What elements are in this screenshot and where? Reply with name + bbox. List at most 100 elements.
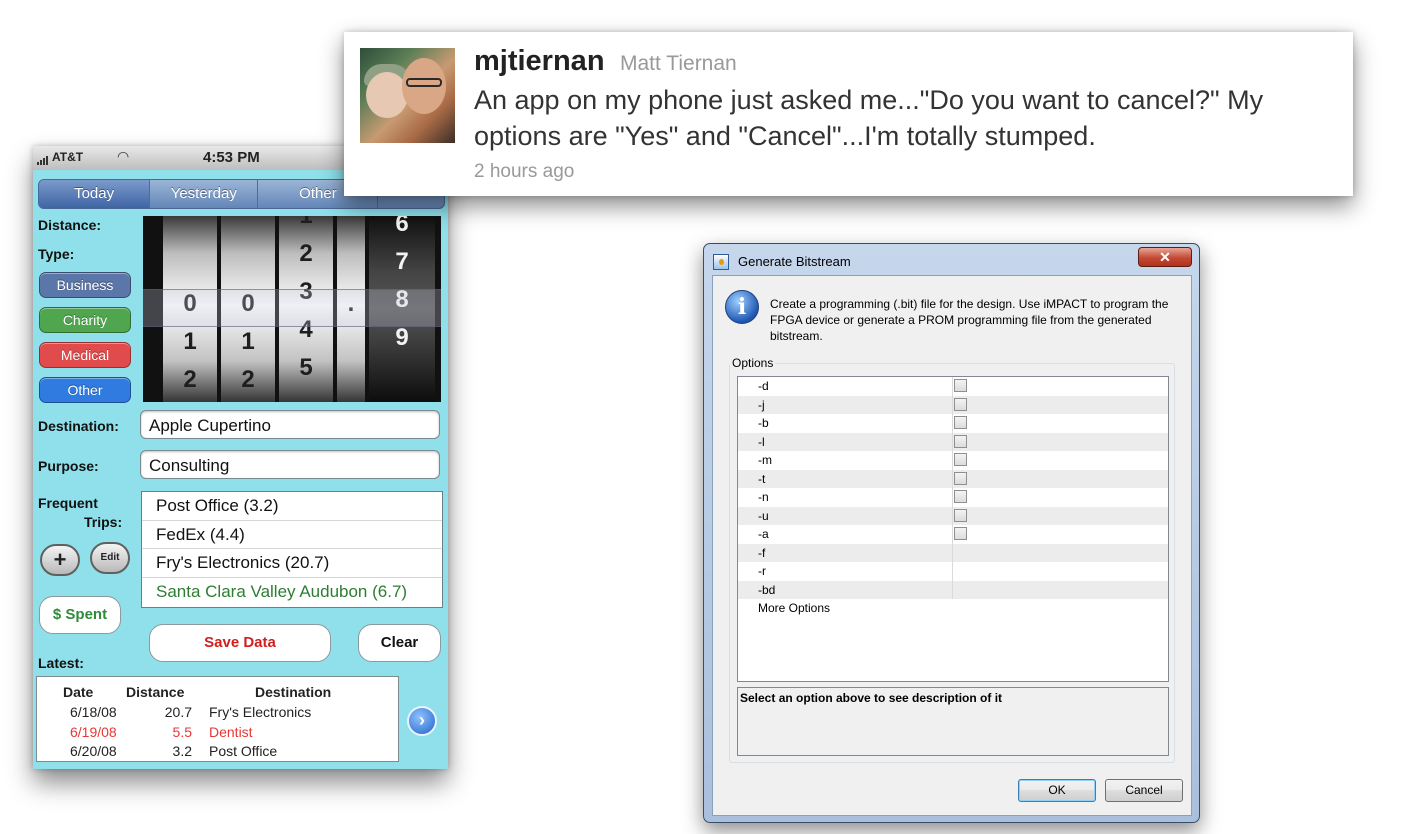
- option-checkbox[interactable]: [954, 434, 967, 448]
- frequent-trip-item[interactable]: Santa Clara Valley Audubon (6.7): [142, 578, 442, 607]
- option-row[interactable]: -j: [738, 395, 1168, 414]
- option-checkbox[interactable]: [954, 527, 967, 540]
- option-row[interactable]: -b: [738, 414, 1168, 433]
- type-button-charity[interactable]: Charity: [39, 307, 131, 333]
- frequent-trip-item[interactable]: Fry's Electronics (20.7): [142, 549, 442, 579]
- avatar-glasses: [406, 78, 442, 87]
- latest-header-row: Date Distance Destination: [37, 684, 398, 702]
- latest-row[interactable]: 6/20/08 3.2 Post Office: [37, 743, 398, 761]
- tweet-username[interactable]: mjtiernan: [474, 45, 605, 78]
- generate-bitstream-dialog: Generate Bitstream ✕ i Create a programm…: [703, 243, 1200, 823]
- ok-button[interactable]: OK: [1018, 779, 1096, 802]
- save-data-button[interactable]: Save Data: [149, 624, 331, 662]
- option-name: -b: [758, 416, 769, 430]
- option-column-divider: [952, 580, 953, 599]
- frequent-trip-item[interactable]: Post Office (3.2): [142, 492, 442, 521]
- option-row[interactable]: -d: [738, 377, 1168, 396]
- option-checkbox[interactable]: [954, 508, 967, 522]
- spent-button[interactable]: $ Spent: [39, 596, 121, 634]
- option-checkbox[interactable]: [954, 416, 967, 429]
- latest-trips-table: Date Distance Destination 6/18/08 20.7 Fry…: [36, 676, 399, 762]
- option-name: -t: [758, 471, 766, 486]
- option-name: -r: [758, 564, 766, 578]
- option-name: -l: [758, 434, 765, 449]
- option-row[interactable]: -l: [738, 432, 1168, 451]
- signal-icon: [37, 151, 49, 165]
- option-row[interactable]: -a: [738, 525, 1168, 544]
- type-button-business[interactable]: Business: [39, 272, 131, 298]
- tab-today[interactable]: Today: [39, 180, 151, 208]
- latest-row[interactable]: 6/19/08 5.5 Dentist: [37, 724, 398, 742]
- option-checkbox[interactable]: [954, 490, 967, 503]
- option-column-divider: [952, 469, 953, 488]
- option-row[interactable]: -r: [738, 562, 1168, 581]
- avatar[interactable]: [360, 48, 455, 143]
- latest-distance: 3.2: [172, 743, 192, 759]
- latest-label: Latest:: [38, 655, 84, 671]
- option-name: -n: [758, 490, 769, 504]
- options-group-label: Options: [730, 356, 776, 370]
- option-checkbox[interactable]: [954, 471, 967, 485]
- frequent-trip-item[interactable]: FedEx (4.4): [142, 521, 442, 550]
- destination-field[interactable]: Apple Cupertino: [140, 410, 440, 439]
- close-button[interactable]: ✕: [1138, 247, 1192, 267]
- option-row[interactable]: -m: [738, 451, 1168, 470]
- option-name: -f: [758, 545, 766, 560]
- picker-digit: 2: [299, 240, 313, 267]
- option-column-divider: [952, 451, 953, 470]
- picker-digit: 7: [395, 248, 409, 275]
- type-button-medical[interactable]: Medical: [39, 342, 131, 368]
- tweet-card: mjtiernan Matt Tiernan An app on my phon…: [344, 32, 1353, 196]
- trips-label: Trips:: [84, 514, 123, 530]
- picker-digit: 5: [299, 354, 313, 381]
- close-icon: ✕: [1159, 249, 1171, 265]
- latest-header-destination: Destination: [255, 684, 332, 700]
- option-row[interactable]: More Options: [738, 599, 1168, 618]
- option-row[interactable]: -f: [738, 543, 1168, 562]
- wifi-icon: ◠: [117, 148, 130, 164]
- option-name: More Options: [758, 601, 831, 615]
- picker-digit: 2: [183, 366, 197, 393]
- option-checkbox[interactable]: [954, 397, 967, 411]
- tweet-timestamp[interactable]: 2 hours ago: [474, 161, 574, 183]
- option-column-divider: [952, 525, 953, 544]
- destination-label: Destination:: [38, 418, 119, 434]
- picker-digit: 6: [395, 216, 409, 237]
- option-row[interactable]: -t: [738, 469, 1168, 488]
- option-column-divider: [952, 377, 953, 396]
- option-row[interactable]: -bd: [738, 580, 1168, 599]
- picker-selection-band: [143, 289, 441, 327]
- option-name: -bd: [758, 582, 776, 597]
- latest-distance: 5.5: [172, 723, 192, 740]
- type-button-other[interactable]: Other: [39, 377, 131, 403]
- purpose-field[interactable]: Consulting: [140, 450, 440, 479]
- option-name: -d: [758, 379, 769, 393]
- picker-digit: 1: [183, 328, 197, 355]
- option-column-divider: [952, 488, 953, 507]
- chevron-right-circle-icon[interactable]: ›: [407, 706, 437, 736]
- latest-destination: Post Office: [209, 743, 278, 759]
- phone-app-screenshot: AT&T ◠ 4:53 PM Today Yesterday Other Dis…: [33, 146, 448, 769]
- info-icon: i: [725, 290, 759, 324]
- latest-row[interactable]: 6/18/08 20.7 Fry's Electronics: [37, 704, 398, 722]
- add-trip-button[interactable]: +: [40, 544, 80, 576]
- option-row[interactable]: -n: [738, 488, 1168, 507]
- edit-trips-button[interactable]: Edit: [90, 542, 130, 574]
- cancel-button[interactable]: Cancel: [1105, 779, 1183, 802]
- frequent-label: Frequent: [38, 495, 98, 511]
- app-icon: [713, 254, 729, 270]
- type-label: Type:: [38, 246, 75, 262]
- option-column-divider: [952, 432, 953, 451]
- option-name: -u: [758, 508, 769, 523]
- latest-date: 6/19/08: [70, 723, 117, 740]
- option-checkbox[interactable]: [954, 379, 967, 392]
- distance-picker[interactable]: 01201212345.6789: [143, 216, 441, 402]
- option-checkbox[interactable]: [954, 453, 967, 466]
- option-row[interactable]: -u: [738, 506, 1168, 525]
- tab-yesterday[interactable]: Yesterday: [150, 180, 259, 208]
- tweet-text: An app on my phone just asked me..."Do y…: [474, 85, 1264, 151]
- dialog-title: Generate Bitstream: [738, 254, 851, 269]
- clear-button[interactable]: Clear: [358, 624, 441, 662]
- latest-distance: 20.7: [164, 704, 192, 720]
- option-name: -a: [758, 527, 769, 541]
